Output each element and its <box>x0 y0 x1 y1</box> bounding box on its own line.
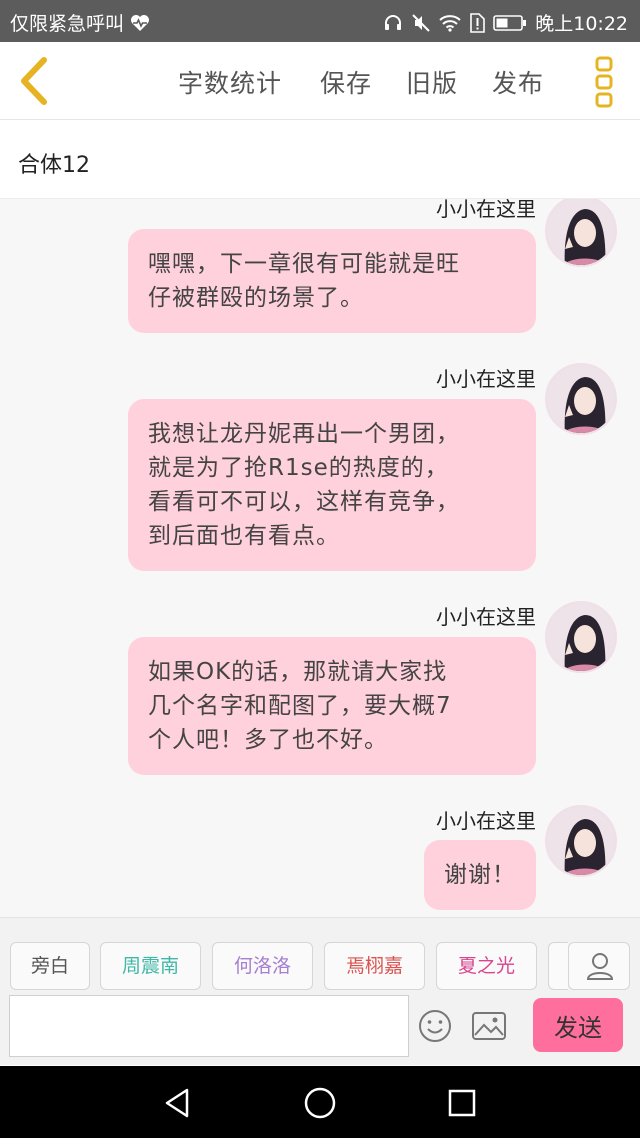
message-input[interactable] <box>9 995 409 1057</box>
message-bubble[interactable]: 谢谢！ <box>424 840 536 910</box>
sender-name: 小小在这里 <box>436 367 536 391</box>
message-bubble[interactable]: 如果OK的话，那就请大家找 几个名字和配图了，要大概7 个人吧！多了也不好。 <box>128 637 536 775</box>
sender-name: 小小在这里 <box>436 809 536 833</box>
image-icon <box>472 1012 506 1040</box>
circle-home-icon <box>304 1087 336 1119</box>
back-button[interactable] <box>14 56 54 106</box>
sender-name: 小小在这里 <box>436 199 536 221</box>
role-chip[interactable]: 周震南 <box>100 942 201 990</box>
message-line: 几个名字和配图了，要大概7 <box>148 693 452 719</box>
heart-pulse-icon <box>130 14 150 32</box>
avatar-image <box>547 807 615 875</box>
message-bubble[interactable]: 我想让龙丹妮再出一个男团， 就是为了抢R1se的热度的， 看看可不可以，这样有竞… <box>128 399 536 571</box>
nav-recents-button[interactable] <box>445 1086 479 1120</box>
message-line: 看看可不可以，这样有竞争， <box>148 489 460 515</box>
message-bubble[interactable]: 嘿嘿，下一章很有可能就是旺 仔被群殴的场景了。 <box>128 229 536 333</box>
message-line: 谢谢！ <box>444 862 516 888</box>
sender-name: 小小在这里 <box>436 605 536 629</box>
chapter-title: 合体12 <box>18 153 90 178</box>
message-line: 就是为了抢R1se的热度的， <box>148 455 449 481</box>
nav-home-button[interactable] <box>303 1086 337 1120</box>
carrier-label: 仅限紧急呼叫 <box>10 13 125 35</box>
old-version-button[interactable]: 旧版 <box>406 64 458 100</box>
chapter-title-row[interactable]: 合体12 <box>0 121 640 199</box>
avatar-image <box>547 603 615 671</box>
save-button[interactable]: 保存 <box>320 64 372 100</box>
message-line: 我想让龙丹妮再出一个男团， <box>148 421 460 447</box>
avatar-image <box>547 199 615 265</box>
avatar[interactable] <box>545 199 617 267</box>
role-selector: 旁白 周震南 何洛洛 焉栩嘉 夏之光 <box>0 917 640 993</box>
chat-list[interactable]: 小小在这里 嘿嘿，下一章很有可能就是旺 仔被群殴的场景了。 小小在这里 我想让龙… <box>0 199 640 917</box>
message-line: 嘿嘿，下一章很有可能就是旺 <box>148 251 460 277</box>
status-bar: 仅限紧急呼叫 晚上10:22 <box>0 0 640 42</box>
chevron-left-icon <box>21 57 47 105</box>
more-menu-button[interactable] <box>594 56 614 108</box>
mute-icon <box>411 13 431 33</box>
sim-alert-icon <box>469 12 486 33</box>
add-role-button[interactable] <box>568 942 630 990</box>
system-nav-bar <box>0 1066 640 1138</box>
battery-icon <box>493 14 527 32</box>
smiley-icon <box>419 1010 451 1042</box>
user-icon <box>586 953 614 980</box>
avatar-image <box>547 365 615 433</box>
role-chip-partial[interactable] <box>548 942 568 990</box>
composer: 发送 <box>0 993 640 1065</box>
role-chip[interactable]: 夏之光 <box>436 942 537 990</box>
avatar[interactable] <box>545 805 617 877</box>
editor-toolbar: 字数统计 保存 旧版 发布 <box>0 42 640 120</box>
emoji-button[interactable] <box>418 1009 452 1043</box>
role-chip[interactable]: 焉栩嘉 <box>324 942 425 990</box>
more-vertical-icon <box>595 56 613 108</box>
wifi-icon <box>439 14 461 32</box>
image-button[interactable] <box>471 1009 507 1043</box>
square-recents-icon <box>448 1089 476 1117</box>
clock-time: 晚上10:22 <box>535 13 628 35</box>
triangle-back-icon <box>165 1088 189 1118</box>
word-count-button[interactable]: 字数统计 <box>178 64 282 100</box>
publish-button[interactable]: 发布 <box>492 64 544 100</box>
avatar[interactable] <box>545 363 617 435</box>
nav-back-button[interactable] <box>161 1086 195 1120</box>
avatar[interactable] <box>545 601 617 673</box>
message-line: 到后面也有看点。 <box>148 523 340 549</box>
send-button[interactable]: 发送 <box>533 998 623 1052</box>
role-chip-narrator[interactable]: 旁白 <box>10 942 90 990</box>
headset-icon <box>383 13 403 33</box>
message-line: 仔被群殴的场景了。 <box>148 285 364 311</box>
message-line: 如果OK的话，那就请大家找 <box>148 659 448 685</box>
role-chip[interactable]: 何洛洛 <box>212 942 313 990</box>
message-line: 个人吧！多了也不好。 <box>148 727 388 753</box>
